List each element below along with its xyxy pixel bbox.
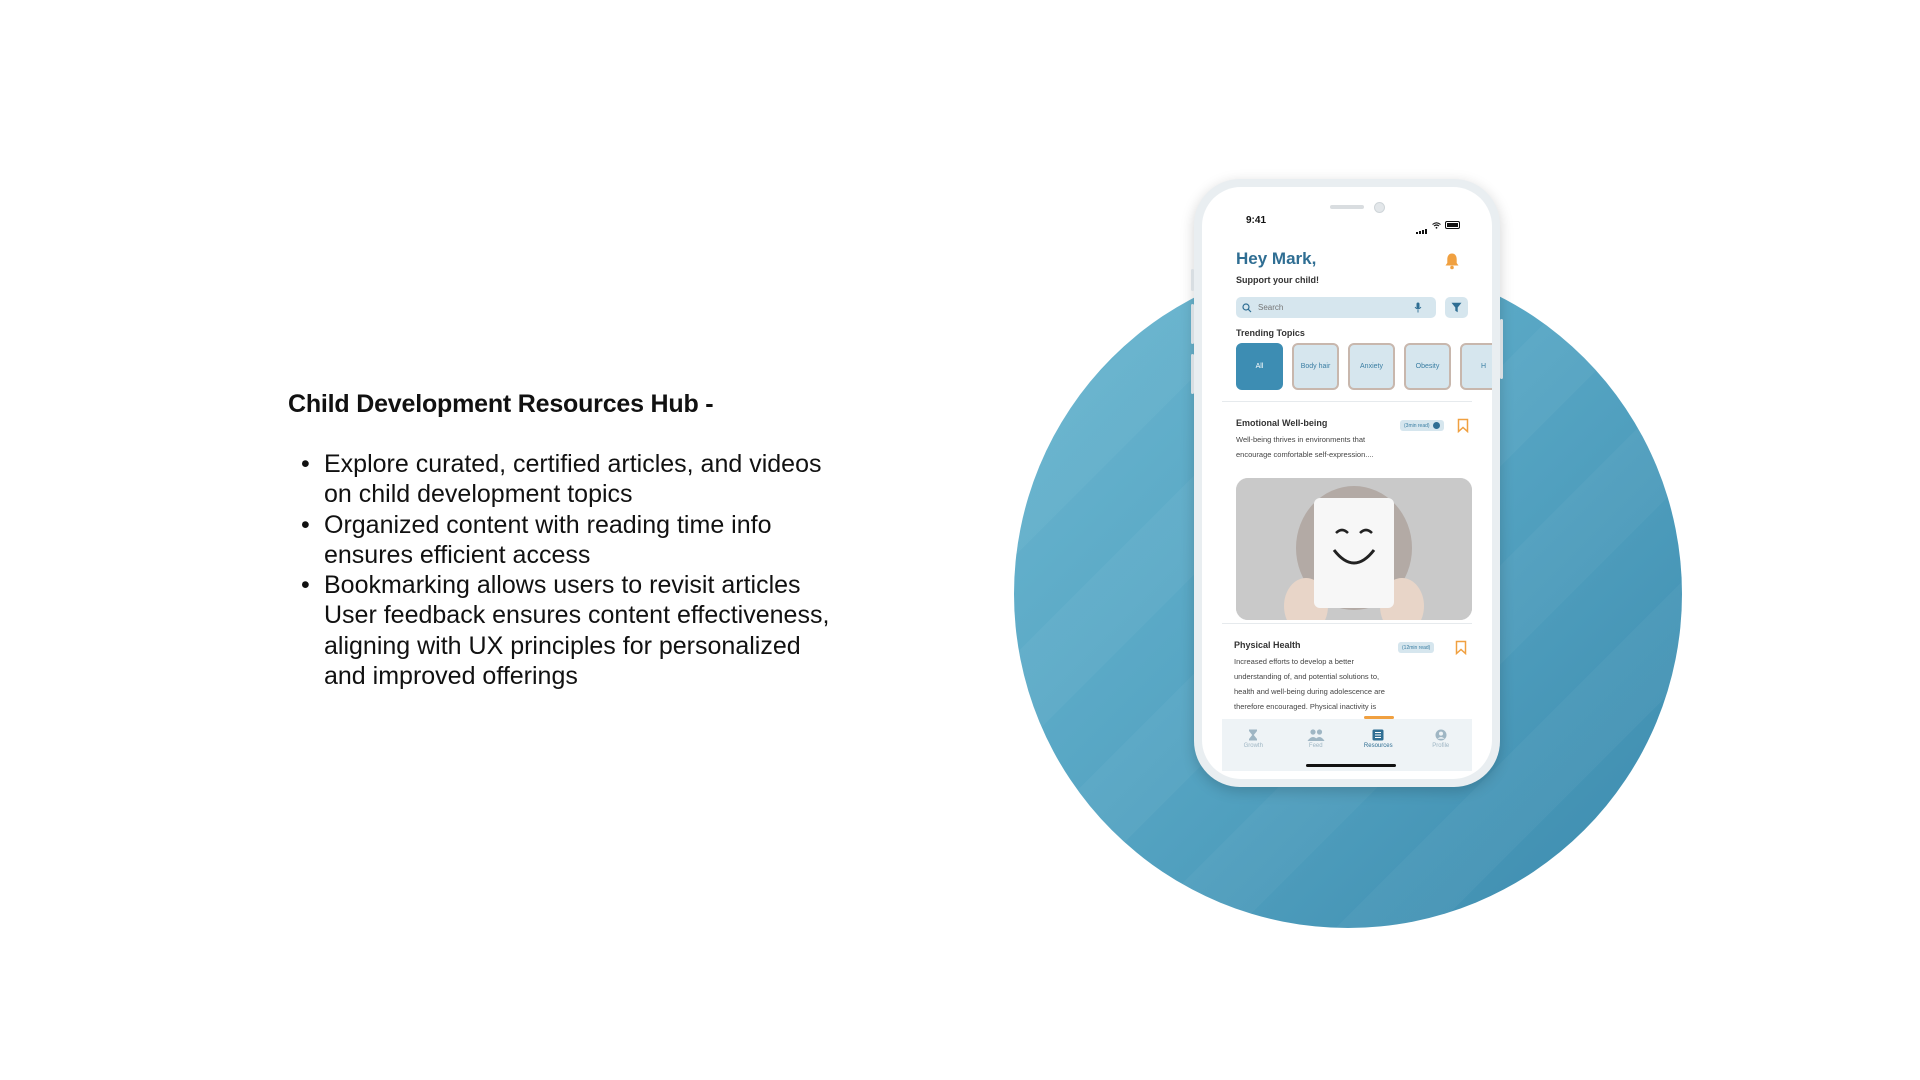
tab-growth[interactable]: Growth <box>1228 729 1278 749</box>
tab-resources[interactable]: Resources <box>1353 729 1403 749</box>
mic-icon[interactable] <box>1414 302 1422 313</box>
bullet-line: and improved offerings <box>324 662 578 691</box>
status-icons <box>1416 216 1460 234</box>
article-excerpt: Well-being thrives in environments that … <box>1236 432 1374 462</box>
bullet-list: • Explore curated, certified articles, a… <box>288 449 848 691</box>
search-icon <box>1242 302 1252 312</box>
smiley-photo-illustration <box>1236 478 1472 620</box>
article-title[interactable]: Emotional Well-being <box>1236 418 1327 428</box>
section-divider <box>1222 623 1472 624</box>
signal-icon <box>1416 216 1428 234</box>
list-icon <box>1372 729 1384 741</box>
phone-side-button <box>1191 304 1194 344</box>
tab-label: Feed <box>1308 743 1323 749</box>
article-title[interactable]: Physical Health <box>1234 640 1301 650</box>
read-time-text: (3min read) <box>1404 422 1430 429</box>
camera-dot <box>1374 202 1385 213</box>
slide-text: Child Development Resources Hub - • Expl… <box>288 390 848 691</box>
slide-heading: Child Development Resources Hub - <box>288 390 714 418</box>
bullet-dot: • <box>301 450 310 478</box>
bell-icon[interactable] <box>1444 252 1460 270</box>
bullet-line: User feedback ensures content effectiven… <box>324 601 830 630</box>
filter-icon <box>1451 302 1462 313</box>
user-icon <box>1435 729 1447 741</box>
bullet-item: • Explore curated, certified articles, a… <box>288 449 848 510</box>
excerpt-line: Well-being thrives in environments that <box>1236 435 1366 444</box>
search-bar[interactable] <box>1236 297 1436 318</box>
bullet-line: on child development topics <box>324 480 633 509</box>
topic-chip-all[interactable]: All <box>1236 343 1283 390</box>
greeting-subtitle: Support your child! <box>1236 275 1319 285</box>
greeting-title: Hey Mark, <box>1236 249 1317 268</box>
bookmark-icon[interactable] <box>1455 640 1467 655</box>
tab-label: Growth <box>1243 743 1263 749</box>
hourglass-icon <box>1249 729 1258 741</box>
search-input[interactable] <box>1256 302 1410 313</box>
excerpt-line: therefore encouraged. Physical inactivit… <box>1234 702 1377 711</box>
topic-chips: All Body hair Anxiety Obesity H <box>1236 343 1492 390</box>
bullet-line: aligning with UX principles for personal… <box>324 631 801 660</box>
home-indicator <box>1306 764 1396 767</box>
tab-profile[interactable]: Profile <box>1416 729 1466 749</box>
excerpt-line: understanding of, and potential solution… <box>1234 672 1380 681</box>
read-time-badge: (3min read) <box>1400 420 1444 431</box>
battery-icon <box>1445 221 1460 229</box>
wifi-icon <box>1432 221 1441 229</box>
tab-feed[interactable]: Feed <box>1291 729 1341 749</box>
bullet-line: Explore curated, certified articles, and… <box>324 450 822 478</box>
phone-side-button <box>1191 354 1194 394</box>
excerpt-line: encourage comfortable self-expression...… <box>1236 450 1374 459</box>
tab-label: Profile <box>1432 743 1450 749</box>
article-excerpt: Increased efforts to develop a better un… <box>1234 654 1385 714</box>
bullet-line: Bookmarking allows users to revisit arti… <box>324 571 801 600</box>
phone-mockup: 9:41 Hey Mark, Support your child! Trend… <box>1191 179 1503 787</box>
bookmark-icon[interactable] <box>1457 418 1469 433</box>
people-icon <box>1307 729 1325 741</box>
tab-label: Resources <box>1363 743 1393 749</box>
phone-side-button <box>1500 319 1503 379</box>
topic-chip-obesity[interactable]: Obesity <box>1404 343 1451 390</box>
filter-button[interactable] <box>1445 297 1468 318</box>
read-time-badge: (12min read) <box>1398 642 1435 653</box>
read-time-text: (12min read) <box>1402 644 1431 651</box>
topic-chip-anxiety[interactable]: Anxiety <box>1348 343 1395 390</box>
bullet-item: • Bookmarking allows users to revisit ar… <box>288 570 848 691</box>
section-divider <box>1222 401 1472 402</box>
bullet-line: Organized content with reading time info <box>324 510 772 539</box>
article-image[interactable] <box>1236 478 1472 620</box>
bullet-item: • Organized content with reading time in… <box>288 510 848 571</box>
bullet-dot: • <box>301 510 310 539</box>
topic-chip-partial[interactable]: H <box>1460 343 1492 390</box>
bullet-dot: • <box>301 571 310 600</box>
phone-side-button <box>1191 269 1194 291</box>
read-check-icon <box>1432 422 1440 429</box>
trending-topics-title: Trending Topics <box>1236 328 1305 338</box>
excerpt-line: health and well-being during adolescence… <box>1234 687 1385 696</box>
status-time: 9:41 <box>1246 215 1267 226</box>
speaker-grille <box>1330 205 1364 209</box>
phone-screen: 9:41 Hey Mark, Support your child! Trend… <box>1202 187 1492 779</box>
excerpt-line: Increased efforts to develop a better <box>1234 657 1354 666</box>
bullet-line: ensures efficient access <box>324 540 591 569</box>
topic-chip-body-hair[interactable]: Body hair <box>1292 343 1339 390</box>
